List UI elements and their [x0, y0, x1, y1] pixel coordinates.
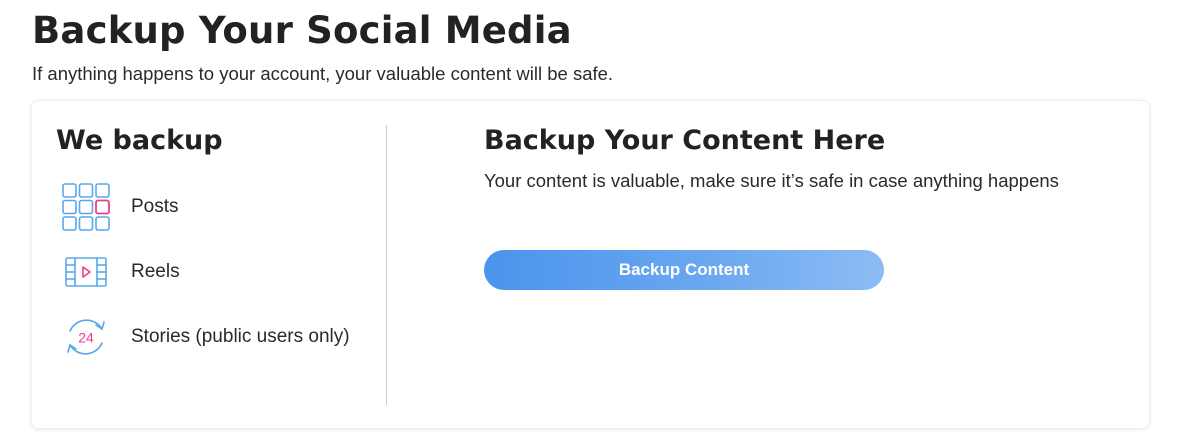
column-divider [386, 125, 387, 405]
page-subtitle: If anything happens to your account, you… [32, 63, 614, 84]
stories-24-icon-text: 24 [78, 330, 94, 346]
backup-content-title: Backup Your Content Here [484, 125, 886, 156]
feature-stories: 24 Stories (public users only) [60, 311, 350, 363]
stories-24-icon: 24 [60, 311, 112, 363]
reels-film-icon [60, 246, 112, 298]
page: Backup Your Social Media If anything hap… [0, 0, 1188, 445]
backup-card: We backup Posts Reels 24 Stories (public… [31, 100, 1150, 429]
feature-stories-label: Stories (public users only) [131, 326, 350, 347]
feature-reels: Reels [60, 246, 180, 298]
we-backup-title: We backup [56, 125, 223, 156]
feature-reels-label: Reels [131, 261, 180, 282]
posts-grid-icon [60, 181, 112, 233]
backup-content-button[interactable]: Backup Content [484, 250, 884, 290]
backup-content-description: Your content is valuable, make sure it’s… [484, 170, 1059, 191]
page-title: Backup Your Social Media [32, 9, 572, 52]
feature-posts: Posts [60, 181, 179, 233]
feature-posts-label: Posts [131, 196, 179, 217]
backup-types-panel: We backup Posts Reels 24 Stories (public… [32, 101, 386, 428]
